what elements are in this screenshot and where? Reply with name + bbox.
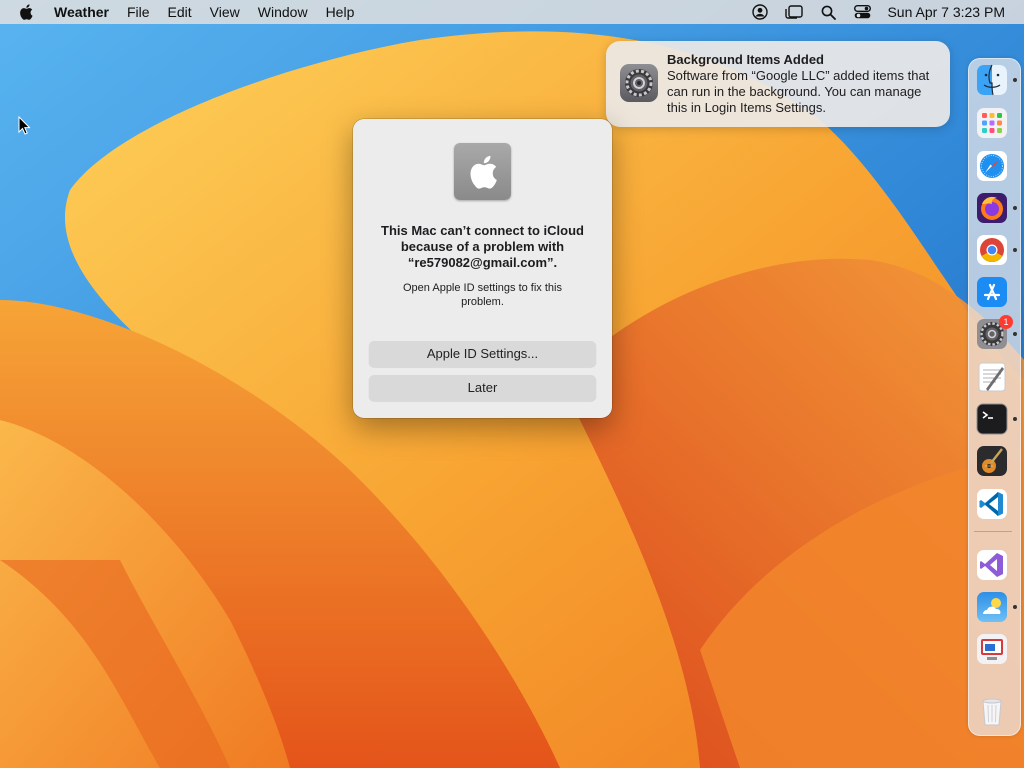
apple-menu-icon[interactable] (0, 0, 52, 24)
terminal-running-indicator (1013, 417, 1017, 421)
apple-logo-icon (454, 143, 511, 200)
menu-edit[interactable]: Edit (159, 0, 201, 24)
finder-running-indicator (1013, 78, 1017, 82)
spotlight-search-icon[interactable] (811, 0, 845, 24)
app-store-icon[interactable] (976, 276, 1008, 308)
icloud-alert-dialog: This Mac can’t connect to iCloud because… (353, 119, 612, 418)
firefox-icon[interactable] (976, 192, 1008, 224)
terminal-icon[interactable] (976, 403, 1008, 435)
firefox-running-indicator (1013, 206, 1017, 210)
menu-file[interactable]: File (118, 0, 159, 24)
system-settings-icon (619, 63, 659, 103)
chrome-icon[interactable] (976, 234, 1008, 266)
textedit-icon[interactable] (976, 361, 1008, 393)
system-settings-running-indicator (1013, 332, 1017, 336)
chrome-running-indicator (1013, 248, 1017, 252)
menu-view[interactable]: View (201, 0, 249, 24)
background-items-notification[interactable]: Background Items Added Software from “Go… (606, 41, 950, 127)
menu-window[interactable]: Window (249, 0, 317, 24)
remote-desktop-icon[interactable] (976, 633, 1008, 665)
control-center-icon[interactable] (845, 0, 879, 24)
dialog-message: Open Apple ID settings to fix this probl… (403, 282, 562, 308)
safari-icon[interactable] (976, 150, 1008, 182)
mouse-pointer-icon (18, 116, 31, 135)
notification-body: Software from “Google LLC” added items t… (667, 68, 930, 115)
weather-running-indicator (1013, 605, 1017, 609)
weather-icon[interactable] (976, 591, 1008, 623)
menu-bar: Weather File Edit View Window Help Sun A… (0, 0, 1024, 24)
later-button[interactable]: Later (369, 375, 596, 401)
launchpad-icon[interactable] (976, 107, 1008, 139)
dialog-title: This Mac can’t connect to iCloud because… (381, 223, 584, 270)
dock-separator (974, 531, 1012, 532)
vscode-icon[interactable] (976, 488, 1008, 520)
stage-manager-icon[interactable] (777, 0, 811, 24)
app-menu-weather[interactable]: Weather (52, 0, 118, 24)
notification-title: Background Items Added (667, 52, 824, 67)
menu-help[interactable]: Help (317, 0, 364, 24)
apple-id-settings-button[interactable]: Apple ID Settings... (369, 341, 596, 367)
trash-icon[interactable] (976, 695, 1008, 727)
garageband-icon[interactable] (976, 445, 1008, 477)
system-settings-badge: 1 (999, 315, 1013, 329)
finder-icon[interactable] (976, 64, 1008, 96)
user-account-icon[interactable] (743, 0, 777, 24)
visual-studio-icon[interactable] (976, 549, 1008, 581)
menubar-clock[interactable]: Sun Apr 7 3:23 PM (879, 4, 1024, 20)
